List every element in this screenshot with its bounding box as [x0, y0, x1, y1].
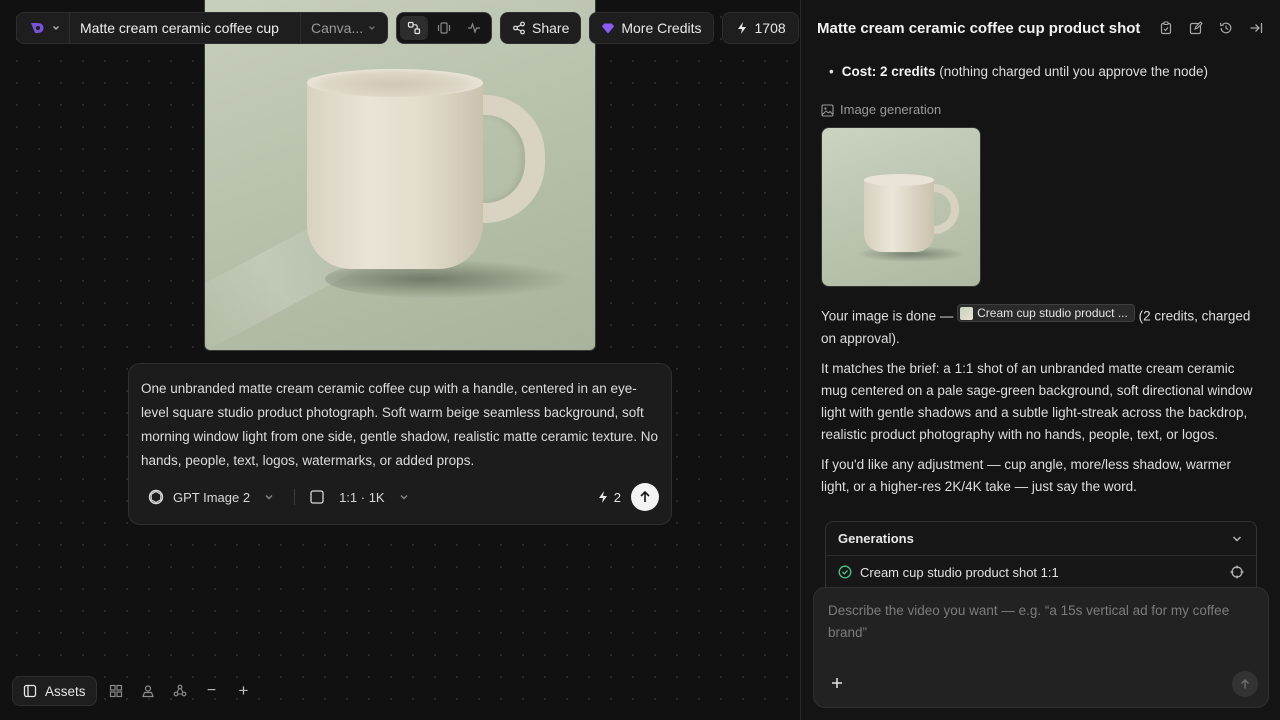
generations-header[interactable]: Generations — [826, 522, 1256, 556]
project-title[interactable]: Matte cream ceramic coffee cup — [70, 13, 301, 43]
arrow-up-icon — [1241, 679, 1249, 689]
sidebar-icon — [23, 684, 37, 698]
done-prefix: Your image is done — — [821, 308, 954, 324]
project-bar: Matte cream ceramic coffee cup Canva... — [16, 12, 388, 44]
bullet-dot: • — [829, 64, 834, 79]
lightning-icon — [598, 491, 607, 503]
brief-paragraph: It matches the brief: a 1:1 shot of an u… — [821, 360, 1253, 442]
workflow-icon — [407, 21, 421, 35]
ratio-selector[interactable]: 1:1 · 1K — [309, 489, 411, 505]
model-selector[interactable]: GPT Image 2 — [147, 488, 276, 506]
cost-bold: Cost: 2 credits — [841, 64, 936, 79]
generation-item[interactable]: Cream cup studio product shot 1:1 — [826, 556, 1256, 588]
cost-bullet: • Cost: 2 credits (nothing charged until… — [821, 61, 1262, 83]
adjust-paragraph: If you'd like any adjustment — cup angle… — [821, 456, 1232, 494]
share-button[interactable]: Share — [500, 12, 582, 44]
collapse-panel-icon[interactable] — [1248, 20, 1264, 36]
generated-image-node[interactable] — [204, 0, 596, 351]
openai-icon — [148, 489, 164, 505]
person-icon[interactable] — [135, 678, 161, 704]
chat-composer[interactable]: Describe the video you want — e.g. “a 15… — [813, 587, 1269, 708]
chat-panel: Matte cream ceramic coffee cup product s… — [800, 0, 1280, 720]
canvas[interactable]: One unbranded matte cream ceramic coffee… — [0, 0, 800, 720]
generation-item-label: Cream cup studio product shot 1:1 — [860, 564, 1059, 580]
cost-indicator: 2 — [596, 490, 621, 505]
chevron-down-icon — [369, 26, 375, 30]
check-circle-icon — [838, 565, 852, 579]
more-credits-label: More Credits — [621, 20, 702, 36]
thumb-rim — [864, 174, 934, 186]
image-reference-chip[interactable]: Cream cup studio product ... — [957, 304, 1135, 322]
mode-selector[interactable]: Canva... — [301, 13, 387, 43]
workflow-view-button[interactable] — [400, 16, 428, 40]
carousel-view-button[interactable] — [430, 16, 458, 40]
chevron-down-icon — [53, 26, 59, 30]
cost-detail: (nothing charged until you approve the n… — [939, 64, 1208, 79]
share-label: Share — [532, 20, 570, 36]
thumb-mug — [864, 178, 934, 252]
prompt-card[interactable]: One unbranded matte cream ceramic coffee… — [128, 363, 672, 525]
logo-icon — [31, 23, 44, 33]
chevron-down-icon — [400, 495, 408, 500]
prompt-text[interactable]: One unbranded matte cream ceramic coffee… — [141, 377, 659, 473]
square-icon — [310, 490, 324, 504]
arrow-up-icon — [640, 490, 650, 502]
attach-button[interactable] — [830, 675, 844, 693]
chip-label: Cream cup studio product ... — [977, 306, 1128, 320]
zoom-out-button[interactable]: − — [199, 678, 225, 704]
carousel-icon — [437, 22, 451, 34]
prompt-controls: GPT Image 2 1:1 · 1K 2 — [147, 483, 659, 511]
image-generation-label: Image generation — [821, 99, 1262, 121]
app-menu-button[interactable] — [17, 13, 70, 43]
canvas-toolbar: Assets − + — [12, 676, 257, 706]
image-icon — [821, 103, 834, 117]
ratio-label: 1:1 · 1K — [339, 489, 385, 505]
nodes-icon[interactable] — [167, 678, 193, 704]
chevron-down-icon — [1233, 536, 1241, 541]
balance-value: 1708 — [754, 20, 786, 36]
share-icon — [513, 21, 525, 35]
grid-icon[interactable] — [103, 678, 129, 704]
clipboard-icon[interactable] — [1158, 20, 1174, 36]
generations-title: Generations — [838, 531, 914, 546]
generations-list: Generations Cream cup studio product sho… — [825, 521, 1257, 587]
image-generation-text: Image generation — [840, 102, 942, 117]
mug-body — [307, 77, 483, 269]
assets-button[interactable]: Assets — [12, 676, 97, 706]
generate-button[interactable] — [631, 483, 659, 511]
view-toggle — [396, 12, 492, 44]
activity-view-button[interactable] — [460, 16, 488, 40]
generated-image-thumbnail[interactable] — [821, 127, 981, 287]
panel-header: Matte cream ceramic coffee cup product s… — [801, 0, 1280, 56]
zoom-in-button[interactable]: + — [231, 678, 257, 704]
top-toolbar: Matte cream ceramic coffee cup Canva... … — [16, 12, 839, 44]
doc-title: Matte cream ceramic coffee cup — [80, 20, 279, 36]
credit-balance[interactable]: 1708 — [721, 12, 799, 44]
diamond-icon — [602, 23, 615, 34]
history-icon[interactable] — [1218, 20, 1234, 36]
chip-thumbnail — [960, 306, 974, 320]
plus-icon — [832, 678, 842, 688]
locate-icon[interactable] — [1230, 565, 1244, 579]
panel-title: Matte cream ceramic coffee cup product s… — [817, 19, 1141, 37]
chat-message: • Cost: 2 credits (nothing charged until… — [821, 56, 1262, 498]
send-button[interactable] — [1232, 671, 1258, 697]
assets-label: Assets — [45, 683, 86, 699]
done-paragraph: Your image is done — Cream cup studio pr… — [821, 304, 1262, 350]
panel-header-actions — [1158, 20, 1264, 36]
activity-icon — [468, 22, 480, 34]
lightning-icon — [737, 22, 746, 34]
mode-label: Canva... — [311, 20, 364, 36]
chevron-down-icon — [265, 495, 273, 500]
cost-line: Cost: 2 credits (nothing charged until y… — [842, 61, 1208, 83]
cost-value: 2 — [613, 489, 621, 505]
divider — [294, 489, 296, 505]
mug-rim — [307, 69, 483, 97]
more-credits-button[interactable]: More Credits — [589, 12, 714, 44]
model-label: GPT Image 2 — [173, 489, 251, 505]
edit-icon[interactable] — [1188, 20, 1204, 36]
composer-input[interactable]: Describe the video you want — e.g. “a 15… — [828, 600, 1248, 644]
